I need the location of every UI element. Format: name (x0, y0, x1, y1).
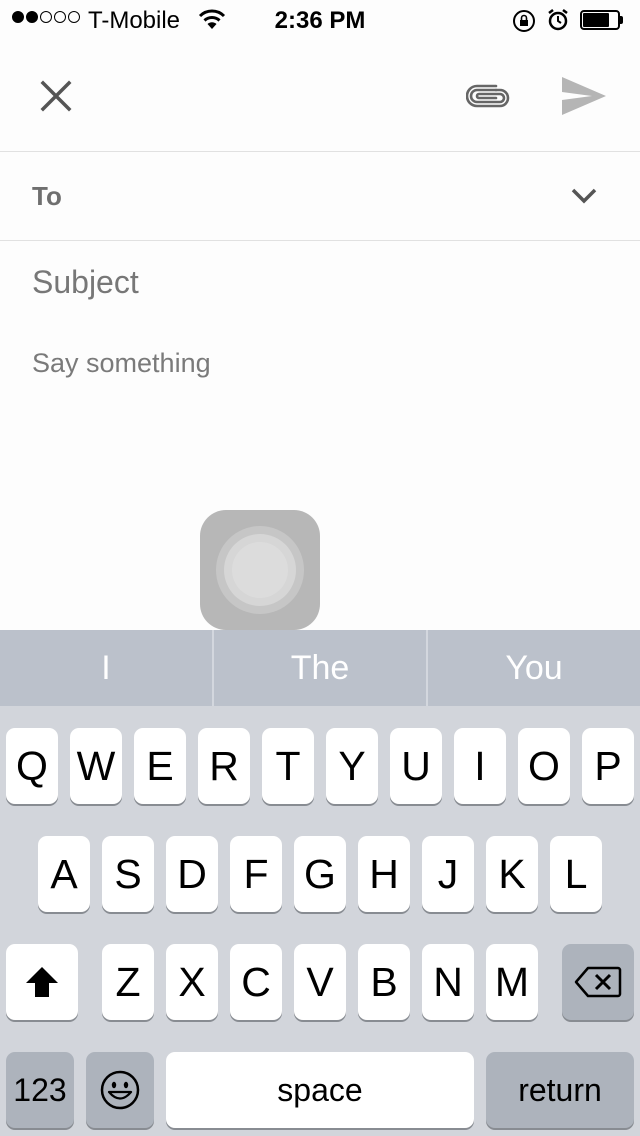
emoji-key[interactable] (86, 1052, 154, 1128)
status-bar: T-Mobile 2:36 PM (0, 0, 640, 40)
orientation-lock-icon (512, 9, 536, 38)
attach-button[interactable] (460, 72, 516, 120)
suggestion-item[interactable]: I (0, 630, 214, 706)
key-s[interactable]: S (102, 836, 154, 912)
key-v[interactable]: V (294, 944, 346, 1020)
key-j[interactable]: J (422, 836, 474, 912)
key-r[interactable]: R (198, 728, 250, 804)
key-m[interactable]: M (486, 944, 538, 1020)
space-key[interactable]: space (166, 1052, 474, 1128)
assistive-touch-button[interactable] (200, 510, 320, 630)
key-p[interactable]: P (582, 728, 634, 804)
compose-toolbar (0, 40, 640, 152)
key-c[interactable]: C (230, 944, 282, 1020)
clock: 2:36 PM (274, 7, 366, 34)
key-w[interactable]: W (70, 728, 122, 804)
key-u[interactable]: U (390, 728, 442, 804)
backspace-icon (574, 966, 622, 998)
emoji-icon (100, 1070, 140, 1110)
key-q[interactable]: Q (6, 728, 58, 804)
keyboard: Q W E R T Y U I O P A S D F G H J K L Z … (0, 706, 640, 1136)
key-i[interactable]: I (454, 728, 506, 804)
key-t[interactable]: T (262, 728, 314, 804)
numbers-key[interactable]: 123 (6, 1052, 74, 1128)
return-key[interactable]: return (486, 1052, 634, 1128)
key-a[interactable]: A (38, 836, 90, 912)
shift-key[interactable] (6, 944, 78, 1020)
suggestion-item[interactable]: You (428, 630, 640, 706)
battery-icon (580, 10, 624, 30)
alarm-icon (546, 8, 570, 37)
key-y[interactable]: Y (326, 728, 378, 804)
predictive-text-bar: I The You (0, 630, 640, 706)
send-icon (562, 77, 606, 115)
subject-field[interactable]: Subject (32, 264, 139, 301)
key-h[interactable]: H (358, 836, 410, 912)
key-n[interactable]: N (422, 944, 474, 1020)
send-button[interactable] (556, 70, 612, 122)
backspace-key[interactable] (562, 944, 634, 1020)
key-f[interactable]: F (230, 836, 282, 912)
key-x[interactable]: X (166, 944, 218, 1020)
message-body-field[interactable]: Say something (32, 348, 211, 379)
key-d[interactable]: D (166, 836, 218, 912)
paperclip-icon (466, 84, 510, 108)
to-field[interactable]: To (0, 152, 640, 241)
key-l[interactable]: L (550, 836, 602, 912)
key-e[interactable]: E (134, 728, 186, 804)
close-icon (40, 80, 72, 112)
to-label: To (32, 181, 62, 211)
key-g[interactable]: G (294, 836, 346, 912)
key-z[interactable]: Z (102, 944, 154, 1020)
key-k[interactable]: K (486, 836, 538, 912)
close-button[interactable] (30, 70, 82, 122)
suggestion-item[interactable]: The (214, 630, 428, 706)
chevron-down-icon (571, 188, 597, 204)
key-b[interactable]: B (358, 944, 410, 1020)
expand-recipients-button[interactable] (566, 178, 602, 214)
shift-icon (26, 967, 58, 997)
key-o[interactable]: O (518, 728, 570, 804)
